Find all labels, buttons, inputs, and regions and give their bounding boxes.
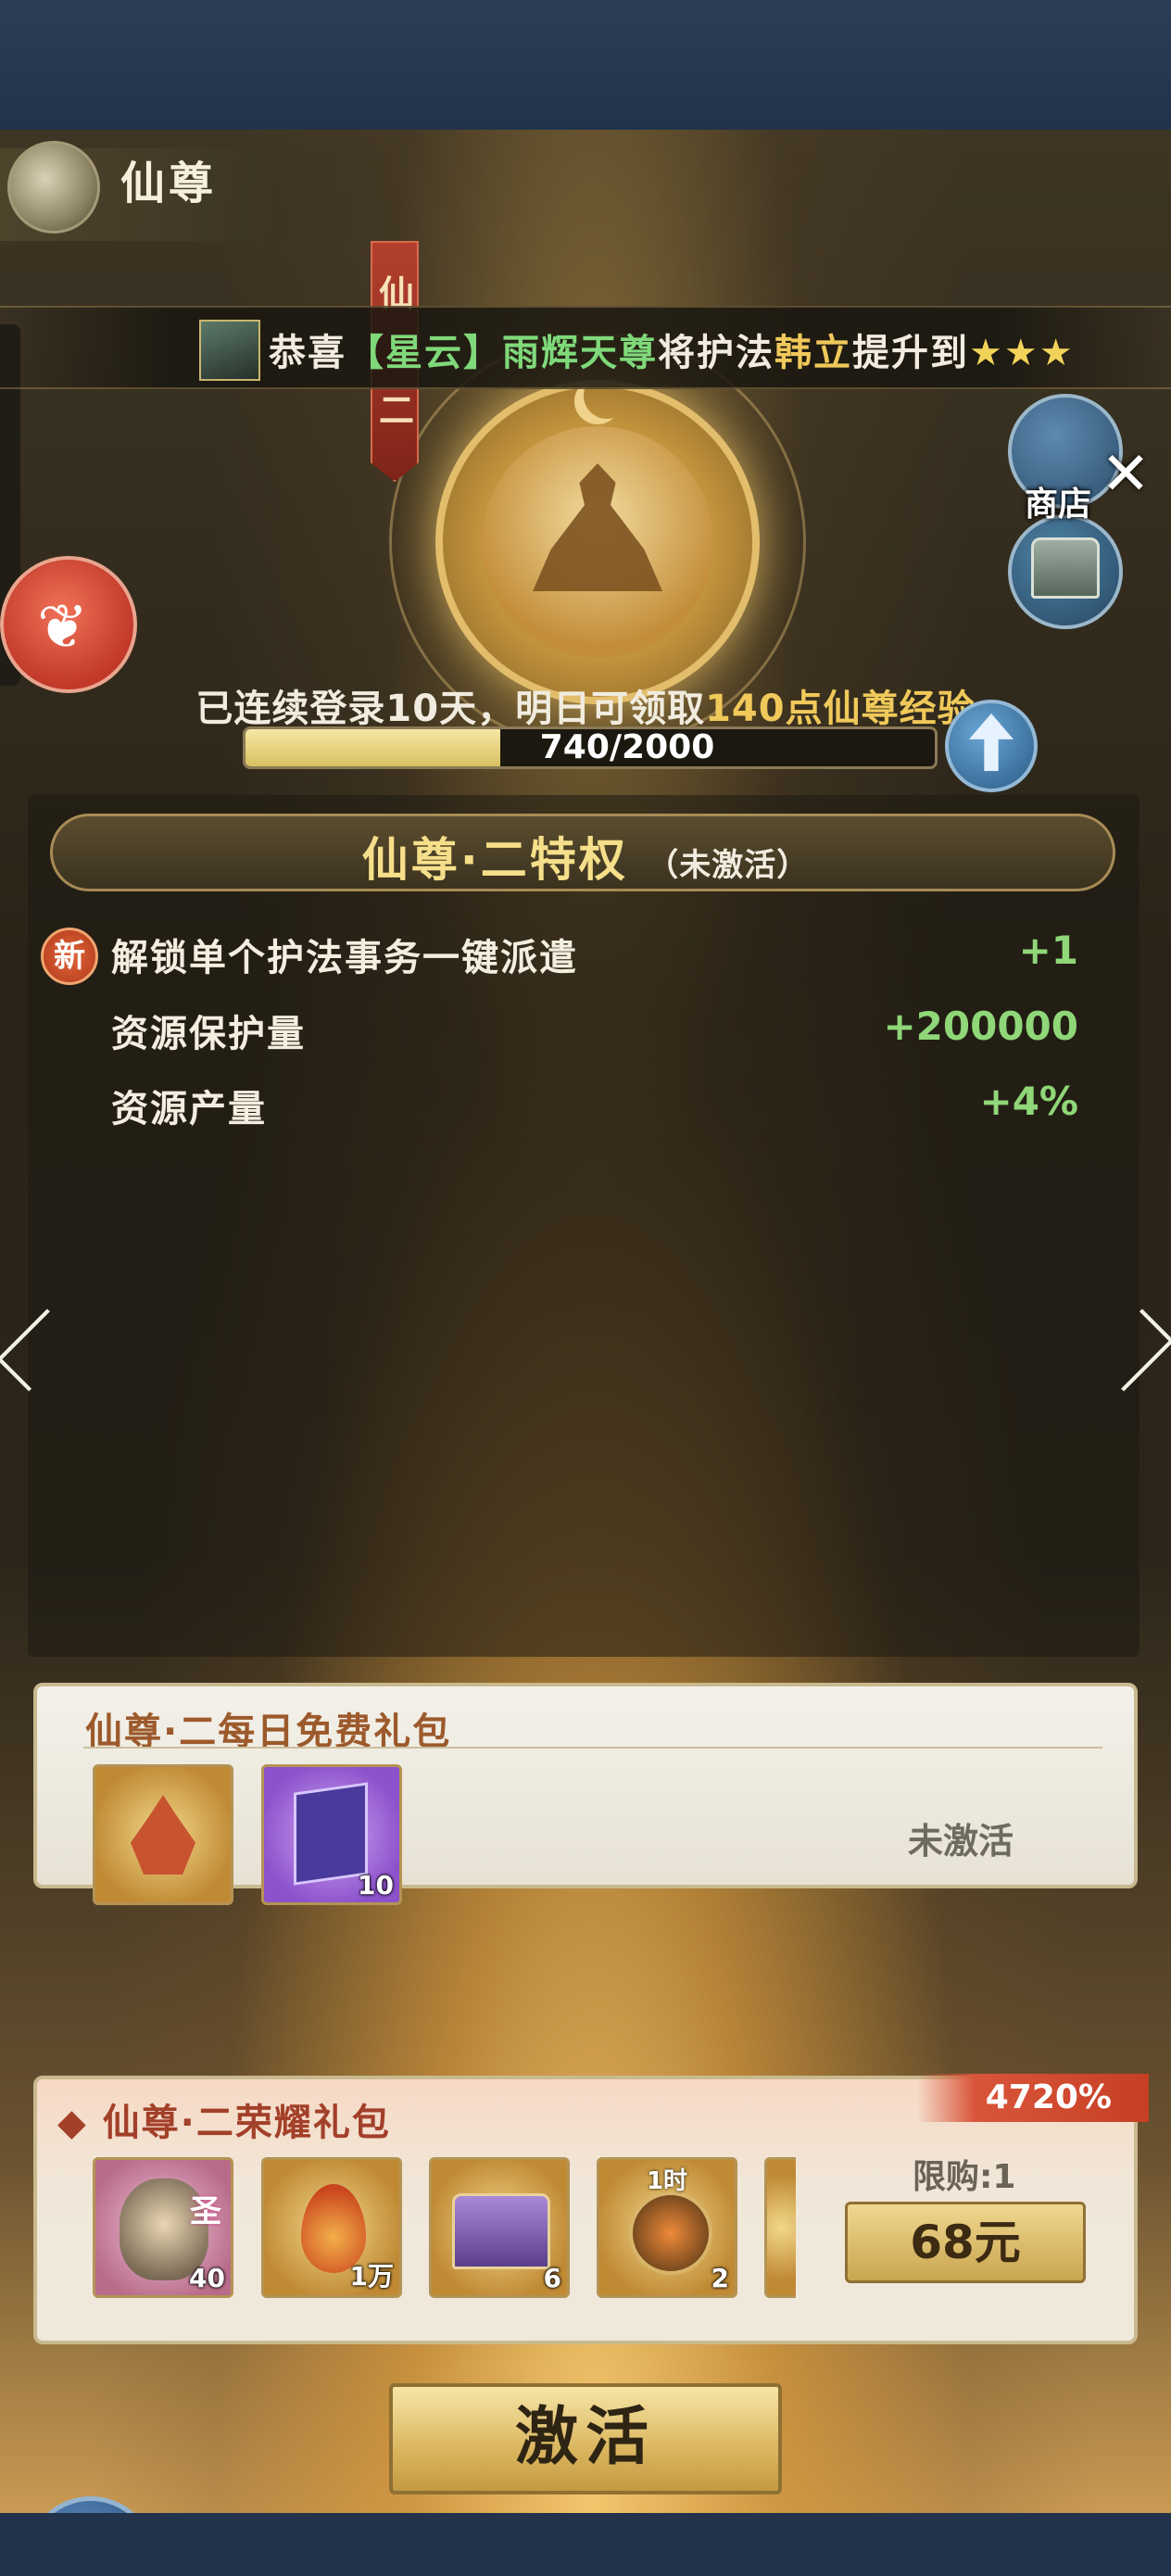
banner-char-2: 二 (378, 390, 414, 431)
bc-prefix: 恭喜 (269, 332, 346, 374)
bc-guild: 【星云】 (346, 332, 502, 374)
privilege-row: 新 解锁单个护法事务一键派遣 +1 (0, 922, 1171, 985)
duration-tag: 1时 (646, 2167, 688, 2195)
chest-icon (1031, 537, 1100, 599)
reward-item-partial[interactable] (764, 2157, 796, 2298)
item-count: 10 (358, 1870, 394, 1900)
value-ribbon: 4720% (917, 2074, 1149, 2122)
reward-item[interactable]: 圣 40 (93, 2157, 233, 2298)
privilege-value: +200000 (883, 1004, 1078, 1049)
bc-player: 雨辉天尊 (502, 332, 658, 374)
shop-label: 商店 (1025, 486, 1092, 524)
broadcast-marquee: 恭喜【星云】雨辉天尊将护法韩立提升到★★★ (0, 306, 1171, 389)
close-icon[interactable]: ✕ (1093, 442, 1158, 507)
privilege-label: 解锁单个护法事务一键派遣 (111, 937, 578, 979)
privilege-value: +4% (979, 1079, 1079, 1124)
bc-suffix: 提升到 (852, 332, 969, 374)
item-count: 2 (711, 2263, 729, 2293)
purple-book-icon (294, 1782, 368, 1886)
speedup-hammer-icon (629, 2191, 712, 2275)
privilege-row: 资源产量 +4% (0, 1073, 1171, 1130)
honor-pack-title-text: 仙尊·二荣耀礼包 (102, 2102, 391, 2144)
broadcast-text: 恭喜【星云】雨辉天尊将护法韩立提升到★★★ (269, 322, 1075, 376)
privilege-label: 资源产量 (111, 1088, 267, 1130)
login-streak-label: 已连续登录10天，明日可领取 (195, 688, 706, 730)
privilege-value: +1 (1018, 928, 1078, 973)
status-bar (0, 0, 1171, 130)
back-button[interactable] (26, 2496, 156, 2513)
item-count: 1万 (349, 2261, 394, 2292)
honor-pack-title: ◆ 仙尊·二荣耀礼包 (57, 2102, 391, 2144)
reward-item[interactable]: 10 (261, 1764, 402, 1905)
exp-progress-bar: 740/2000 (243, 726, 938, 769)
item-count: 6 (543, 2263, 561, 2293)
reward-item[interactable] (93, 1764, 233, 1905)
purchase-limit: 限购:1 (913, 2158, 1016, 2196)
player-avatar (199, 320, 260, 381)
exp-progress-label: 740/2000 (539, 728, 715, 766)
bc-stars: ★★★ (969, 332, 1075, 374)
game-screen: 仙尊 仙 二 商店 ❦ 已连续登录10天，明日可领取140点仙尊经验 740/2… (0, 130, 1171, 2513)
privilege-row: 资源保护量 +200000 (0, 998, 1171, 1055)
floating-event-button[interactable]: ❦ (0, 556, 137, 693)
treasure-chest-icon (452, 2193, 550, 2269)
buy-button[interactable]: 68元 (845, 2202, 1086, 2283)
moon-emblem-icon (7, 141, 100, 234)
activate-button[interactable]: 激活 (389, 2383, 782, 2494)
free-pack-status: 未激活 (908, 1821, 1014, 1862)
divider (83, 1747, 1102, 1749)
nav-bar (0, 2513, 1171, 2576)
reward-item[interactable]: 1时 2 (597, 2157, 737, 2298)
immortal-avatar-icon (131, 1795, 195, 1875)
reward-item[interactable]: 6 (429, 2157, 570, 2298)
sprout-icon: ❦ (37, 591, 89, 663)
page-title: 仙尊 (120, 158, 218, 209)
privilege-status: （未激活） (647, 847, 810, 884)
privilege-title-text: 仙尊·二特权 (361, 833, 628, 887)
item-count: 40 (189, 2263, 225, 2293)
bc-target: 韩立 (774, 332, 852, 374)
bc-mid: 将护法 (658, 332, 774, 374)
new-badge: 新 (41, 928, 98, 985)
privilege-title: 仙尊·二特权 （未激活） (0, 823, 1171, 890)
sacred-mark: 圣 (190, 2193, 221, 2230)
reward-item[interactable]: 1万 (261, 2157, 402, 2298)
privilege-label: 资源保护量 (111, 1013, 306, 1055)
login-reward: 140点仙尊经验 (705, 688, 976, 730)
